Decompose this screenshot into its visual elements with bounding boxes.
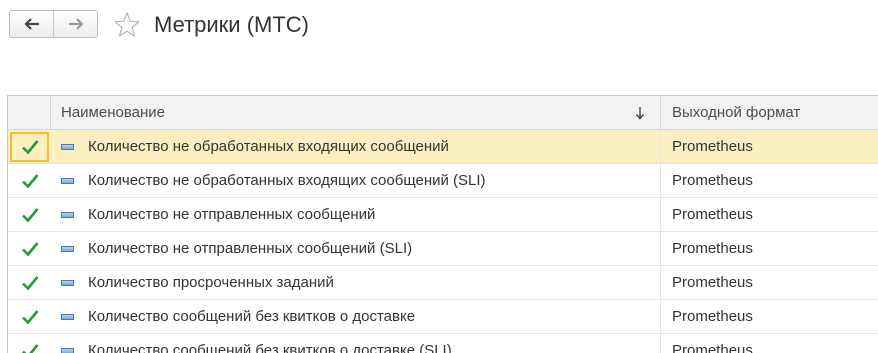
checkmark-icon <box>21 173 39 188</box>
checkmark-icon <box>21 207 39 222</box>
row-format-cell[interactable]: Prometheus <box>661 164 878 197</box>
list-item-icon <box>61 177 74 184</box>
row-name-cell[interactable]: Количество сообщений без квитков о доста… <box>51 300 661 333</box>
table-header: Наименование Выходной формат <box>8 96 878 130</box>
row-name-text: Количество сообщений без квитков о доста… <box>88 308 416 325</box>
sort-down-arrow-icon[interactable] <box>634 105 646 121</box>
row-name-text: Количество не отправленных сообщений (SL… <box>88 240 413 257</box>
row-format-cell[interactable]: Prometheus <box>661 198 878 231</box>
row-format-cell[interactable]: Prometheus <box>661 334 878 353</box>
row-check-cell[interactable] <box>8 198 51 231</box>
row-check-cell[interactable] <box>8 266 51 299</box>
row-name-text: Количество не обработанных входящих сооб… <box>88 172 486 189</box>
checkmark-icon <box>21 309 39 324</box>
row-name-cell[interactable]: Количество не обработанных входящих сооб… <box>51 130 661 163</box>
row-format-cell[interactable]: Prometheus <box>661 300 878 333</box>
row-name-text: Количество просроченных заданий <box>88 274 334 291</box>
row-format-text: Prometheus <box>672 274 753 291</box>
check-cell-box[interactable] <box>10 234 49 264</box>
row-name-cell[interactable]: Количество не обработанных входящих сооб… <box>51 164 661 197</box>
header-check-column[interactable] <box>8 96 51 129</box>
check-cell-box[interactable] <box>10 166 49 196</box>
checkmark-icon <box>21 241 39 256</box>
header-format-label: Выходной формат <box>672 104 801 121</box>
arrow-left-icon <box>23 18 39 30</box>
arrow-right-icon <box>68 18 84 30</box>
list-item-icon <box>61 245 74 252</box>
list-item-icon <box>61 313 74 320</box>
row-name-text: Количество сообщений без квитков о доста… <box>88 342 452 353</box>
table-row[interactable]: Количество не отправленных сообщений (SL… <box>8 232 878 266</box>
table-row[interactable]: Количество не обработанных входящих сооб… <box>8 164 878 198</box>
check-cell-box[interactable] <box>10 302 49 332</box>
history-nav-group <box>9 10 98 38</box>
checkmark-icon <box>21 139 39 154</box>
row-format-text: Prometheus <box>672 240 753 257</box>
row-format-text: Prometheus <box>672 138 753 155</box>
row-format-text: Prometheus <box>672 172 753 189</box>
check-cell-box[interactable] <box>10 268 49 298</box>
row-name-cell[interactable]: Количество не отправленных сообщений (SL… <box>51 232 661 265</box>
header-format-column[interactable]: Выходной формат <box>661 96 878 129</box>
list-item-icon <box>61 143 74 150</box>
table-row[interactable]: Количество не отправленных сообщений Prom… <box>8 198 878 232</box>
check-cell-box[interactable] <box>10 200 49 230</box>
list-item-icon <box>61 211 74 218</box>
row-name-cell[interactable]: Количество сообщений без квитков о доста… <box>51 334 661 353</box>
metrics-table: Наименование Выходной формат Количество … <box>7 95 878 353</box>
row-check-cell[interactable] <box>8 164 51 197</box>
row-name-cell[interactable]: Количество не отправленных сообщений <box>51 198 661 231</box>
row-name-text: Количество не обработанных входящих сооб… <box>88 138 449 155</box>
row-name-cell[interactable]: Количество просроченных заданий <box>51 266 661 299</box>
row-format-cell[interactable]: Prometheus <box>661 266 878 299</box>
row-format-text: Prometheus <box>672 206 753 223</box>
check-cell-box[interactable] <box>10 131 49 162</box>
list-item-icon <box>61 279 74 286</box>
back-button[interactable] <box>10 11 53 37</box>
check-cell-box[interactable] <box>10 336 49 353</box>
row-check-cell[interactable] <box>8 334 51 353</box>
table-row[interactable]: Количество сообщений без квитков о доста… <box>8 300 878 334</box>
row-format-cell[interactable]: Prometheus <box>661 232 878 265</box>
header-name-column[interactable]: Наименование <box>8 96 661 129</box>
page-title: Метрики (МТС) <box>154 12 310 37</box>
table-row[interactable]: Количество не обработанных входящих сооб… <box>8 130 878 164</box>
row-format-text: Prometheus <box>672 308 753 325</box>
row-check-cell[interactable] <box>8 300 51 333</box>
checkmark-icon <box>21 275 39 290</box>
forward-button[interactable] <box>53 11 97 37</box>
header-name-label: Наименование <box>61 104 165 121</box>
row-check-cell[interactable] <box>8 130 51 163</box>
checkmark-icon <box>21 343 39 353</box>
row-check-cell[interactable] <box>8 232 51 265</box>
row-format-cell[interactable]: Prometheus <box>661 130 878 163</box>
page: Метрики (МТС) Наименование Выходной форм… <box>0 0 878 353</box>
star-outline-icon[interactable] <box>113 11 141 39</box>
list-item-icon <box>61 347 74 353</box>
table-row[interactable]: Количество сообщений без квитков о доста… <box>8 334 878 353</box>
row-format-text: Prometheus <box>672 342 753 353</box>
row-name-text: Количество не отправленных сообщений <box>88 206 376 223</box>
table-row[interactable]: Количество просроченных заданий Prometheu… <box>8 266 878 300</box>
